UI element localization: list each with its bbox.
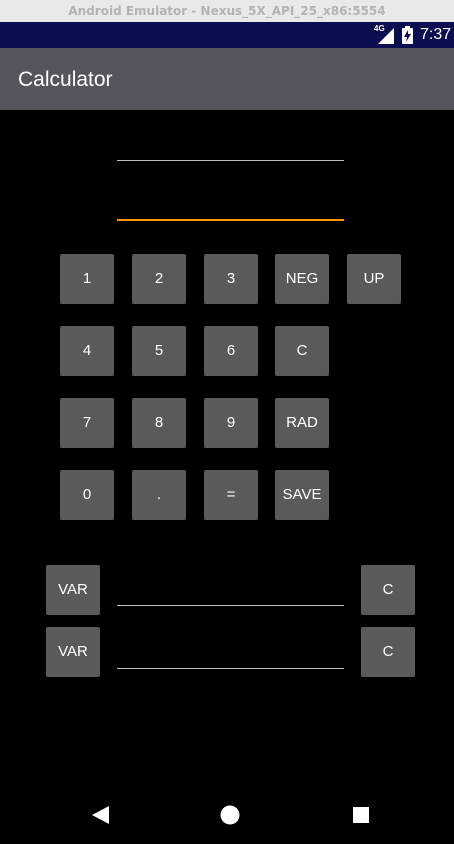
result-field[interactable] <box>117 186 344 221</box>
home-circle-icon[interactable] <box>219 804 241 826</box>
app-title: Calculator <box>18 68 113 91</box>
key-1-button[interactable]: 1 <box>60 254 114 304</box>
navigation-bar <box>0 784 454 844</box>
key-9-button[interactable]: 9 <box>204 398 258 448</box>
battery-charging-icon <box>402 26 413 44</box>
key-5-button[interactable]: 5 <box>132 326 186 376</box>
key-7-button[interactable]: 7 <box>60 398 114 448</box>
key-3-button[interactable]: 3 <box>204 254 258 304</box>
key-2-button[interactable]: 2 <box>132 254 186 304</box>
variable-1-underline <box>117 605 344 606</box>
window-title: Android Emulator - Nexus_5X_API_25_x86:5… <box>0 0 454 22</box>
cell-signal-icon <box>374 26 394 44</box>
key-4-button[interactable]: 4 <box>60 326 114 376</box>
key-8-button[interactable]: 8 <box>132 398 186 448</box>
variable-1-button[interactable]: VAR <box>46 565 100 615</box>
variable-2-field[interactable] <box>117 635 344 669</box>
variable-1-field[interactable] <box>117 573 344 606</box>
status-clock: 7:37 <box>420 26 452 43</box>
variable-1-clear-button[interactable]: C <box>361 565 415 615</box>
equals-button[interactable]: = <box>204 470 258 520</box>
status-bar: 4G 7:37 <box>0 22 454 48</box>
key-6-button[interactable]: 6 <box>204 326 258 376</box>
expression-field-underline <box>117 160 344 161</box>
expression-field[interactable] <box>117 128 344 161</box>
key-0-button[interactable]: 0 <box>60 470 114 520</box>
up-button[interactable]: UP <box>347 254 401 304</box>
radian-button[interactable]: RAD <box>275 398 329 448</box>
save-button[interactable]: SAVE <box>275 470 329 520</box>
clear-button[interactable]: C <box>275 326 329 376</box>
decimal-point-button[interactable]: . <box>132 470 186 520</box>
emulator-screen: Android Emulator - Nexus_5X_API_25_x86:5… <box>0 0 454 844</box>
back-triangle-icon[interactable] <box>89 804 111 826</box>
negate-button[interactable]: NEG <box>275 254 329 304</box>
action-bar: Calculator <box>0 48 454 110</box>
recents-square-icon[interactable] <box>350 804 372 826</box>
variable-2-underline <box>117 668 344 669</box>
variable-2-clear-button[interactable]: C <box>361 627 415 677</box>
result-field-underline <box>117 219 344 221</box>
variable-2-button[interactable]: VAR <box>46 627 100 677</box>
